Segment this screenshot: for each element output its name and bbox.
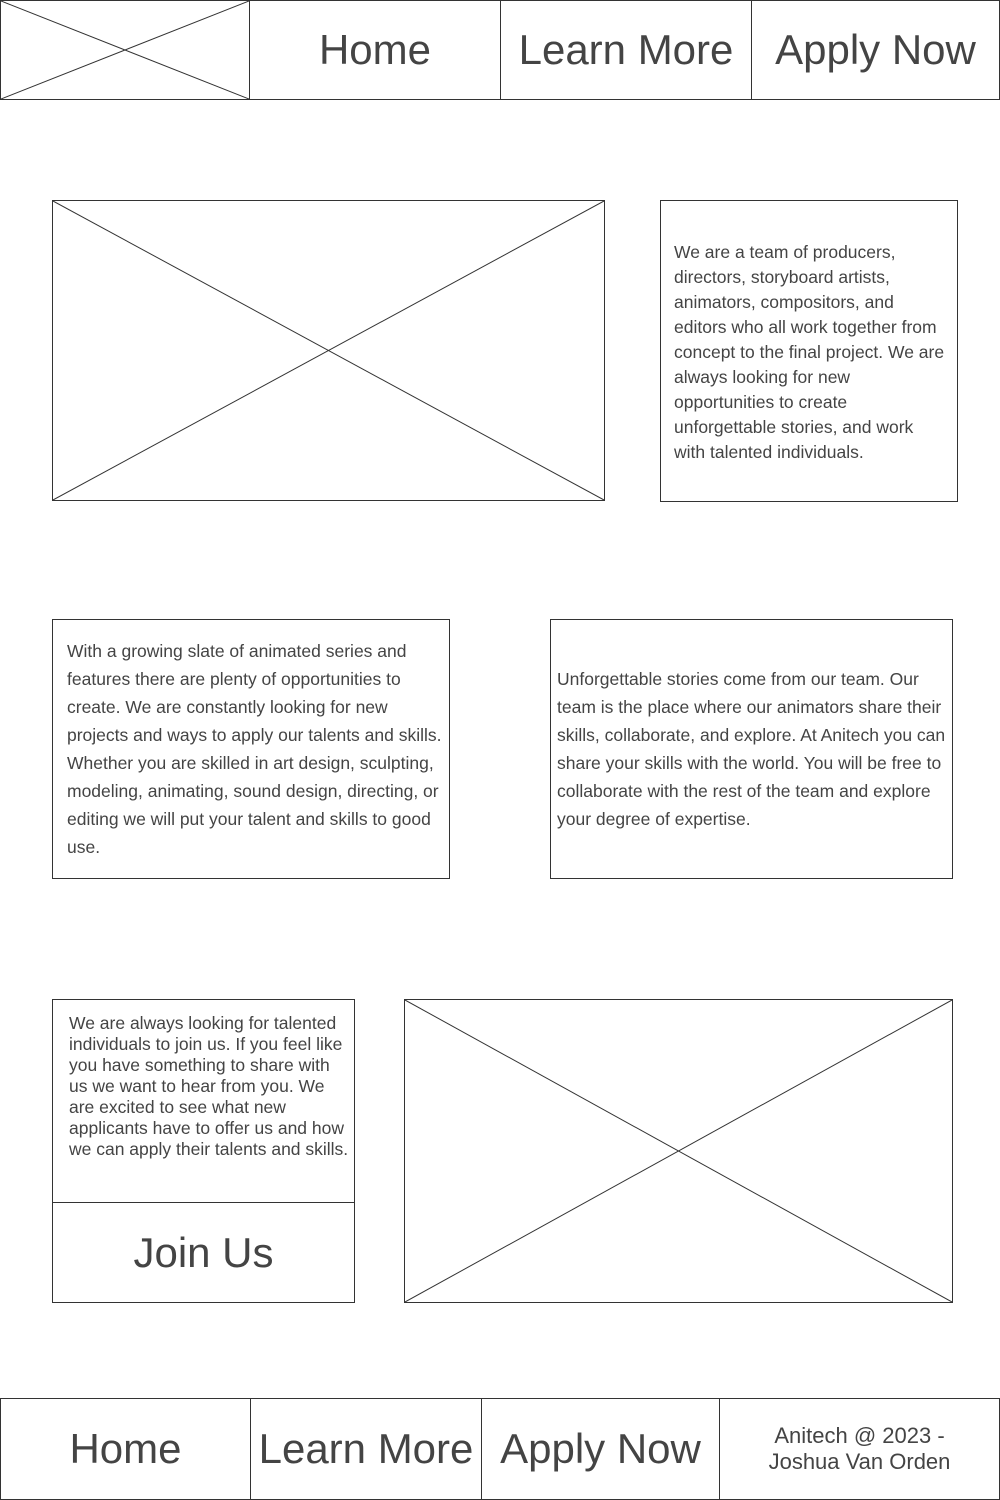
image-placeholder-icon: [1, 1, 249, 99]
copyright-text: Anitech @ 2023 - Joshua Van Orden: [768, 1423, 951, 1474]
footer-copyright: Anitech @ 2023 - Joshua Van Orden: [719, 1398, 1000, 1500]
opportunities-text: With a growing slate of animated series …: [67, 641, 442, 857]
nav-home[interactable]: Home: [249, 0, 501, 100]
hero-image-placeholder: [52, 200, 605, 501]
image-placeholder-icon: [405, 1000, 952, 1302]
nav-apply-now[interactable]: Apply Now: [751, 0, 1000, 100]
intro-text: We are a team of producers, directors, s…: [674, 242, 945, 462]
footer-nav-apply-now[interactable]: Apply Now: [481, 1398, 720, 1500]
nav-learn-more[interactable]: Learn More: [500, 0, 752, 100]
logo-placeholder[interactable]: [0, 0, 250, 100]
image-placeholder-icon: [53, 201, 604, 500]
team-text: Unforgettable stories come from our team…: [557, 669, 946, 829]
footer-nav-learn-more[interactable]: Learn More: [250, 1398, 482, 1500]
join-image-placeholder: [404, 999, 953, 1303]
join-us-button[interactable]: Join Us: [52, 1202, 355, 1303]
footer-nav-home[interactable]: Home: [0, 1398, 251, 1500]
join-text: We are always looking for talented indiv…: [69, 1013, 349, 1159]
